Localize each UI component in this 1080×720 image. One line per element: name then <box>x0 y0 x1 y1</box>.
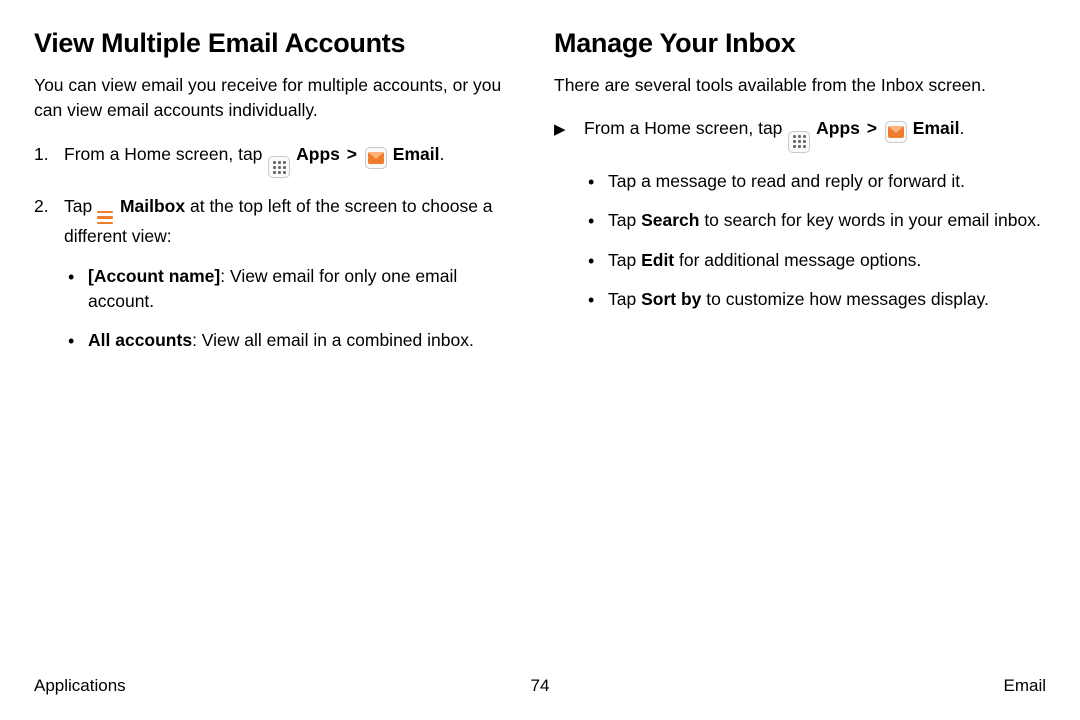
period: . <box>959 118 964 138</box>
sub-all-accounts: All accounts: View all email in a combin… <box>64 328 526 353</box>
heading-manage-inbox: Manage Your Inbox <box>554 28 1046 59</box>
apps-icon <box>268 156 290 178</box>
email-icon <box>365 147 387 169</box>
page-footer: Applications 74 Email <box>34 676 1046 696</box>
b3-post: for additional message options. <box>674 250 921 270</box>
all-accounts-rest: : View all email in a combined inbox. <box>192 330 474 350</box>
arrow-step: ▶ From a Home screen, tap Apps > Email. … <box>554 116 1046 326</box>
bullet-sortby: Tap Sort by to customize how messages di… <box>584 287 1046 312</box>
apps-icon <box>788 131 810 153</box>
b3-pre: Tap <box>608 250 641 270</box>
footer-page-number: 74 <box>531 676 550 696</box>
sub-list-left: [Account name]: View email for only one … <box>64 264 526 354</box>
heading-view-multiple: View Multiple Email Accounts <box>34 28 526 59</box>
rstep-pre: From a Home screen, tap <box>584 118 787 138</box>
arrow-right-icon: ▶ <box>554 116 584 141</box>
b4-pre: Tap <box>608 289 641 309</box>
b4-post: to customize how messages display. <box>701 289 989 309</box>
footer-right: Email <box>1003 676 1046 696</box>
b3-bold: Edit <box>641 250 674 270</box>
period: . <box>439 144 444 164</box>
intro-left: You can view email you receive for multi… <box>34 73 526 124</box>
step-2: Tap Mailbox at the top left of the scree… <box>34 194 526 354</box>
email-label: Email <box>393 144 440 164</box>
left-column: View Multiple Email Accounts You can vie… <box>34 28 526 370</box>
right-column: Manage Your Inbox There are several tool… <box>554 28 1046 370</box>
footer-left: Applications <box>34 676 126 696</box>
apps-label: Apps <box>816 118 860 138</box>
menu-icon <box>97 211 113 225</box>
step1-text-pre: From a Home screen, tap <box>64 144 267 164</box>
account-name-bold: [Account name] <box>88 266 220 286</box>
intro-right: There are several tools available from t… <box>554 73 1046 98</box>
bullet-edit: Tap Edit for additional message options. <box>584 248 1046 273</box>
mailbox-label: Mailbox <box>120 196 185 216</box>
arrow-content: From a Home screen, tap Apps > Email. Ta… <box>584 116 1046 326</box>
steps-list-left: From a Home screen, tap Apps > Email. Ta… <box>34 142 526 354</box>
sub-list-right: Tap a message to read and reply or forwa… <box>584 169 1046 313</box>
sub-account-name: [Account name]: View email for only one … <box>64 264 526 315</box>
b4-bold: Sort by <box>641 289 701 309</box>
step-1: From a Home screen, tap Apps > Email. <box>34 142 526 179</box>
all-accounts-bold: All accounts <box>88 330 192 350</box>
bullet-read-reply: Tap a message to read and reply or forwa… <box>584 169 1046 194</box>
apps-label: Apps <box>296 144 340 164</box>
bullet-search: Tap Search to search for key words in yo… <box>584 208 1046 233</box>
email-icon <box>885 121 907 143</box>
b2-post: to search for key words in your email in… <box>699 210 1040 230</box>
email-label: Email <box>913 118 960 138</box>
step2-text-pre: Tap <box>64 196 97 216</box>
b2-pre: Tap <box>608 210 641 230</box>
chevron-right-icon: > <box>347 144 357 164</box>
b2-bold: Search <box>641 210 699 230</box>
chevron-right-icon: > <box>867 118 877 138</box>
